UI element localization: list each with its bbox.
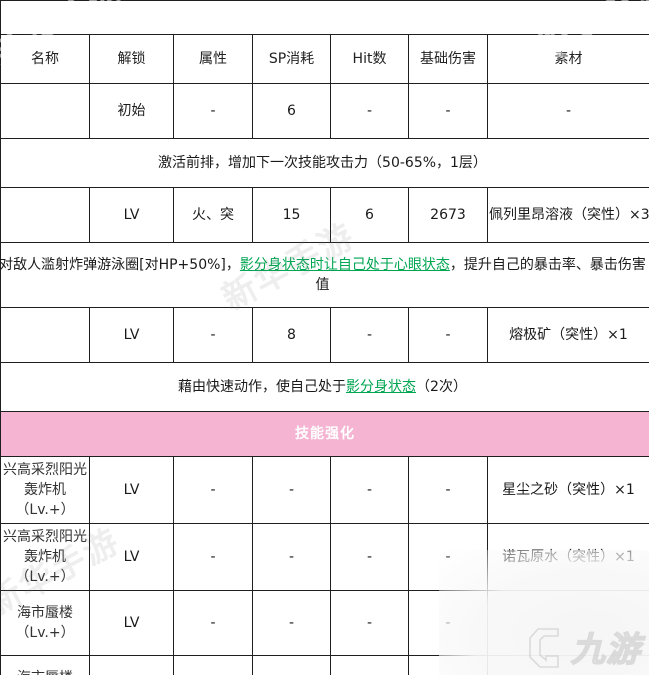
skill-description: 对敌人滥射炸弹游泳圈[对HP+50%]，影分身状态时让自己处于心眼状态，提升自己… — [0, 242, 649, 308]
skill-material: 熔极矿（突性）×1 — [487, 307, 649, 363]
description-row: 激活前排，增加下一次技能攻击力（50-65%，1层） — [0, 138, 649, 188]
skill-name-line1: 兴高采烈阳光 — [3, 461, 87, 478]
skill-unlock: LV — [89, 187, 174, 243]
section-header-row-enhance: 技能强化 — [0, 411, 649, 457]
skill-material: 诺瓦原水（突性）×1 — [487, 523, 649, 591]
skill-name: 兴高采烈阳光 轰炸机 （Lv.+） — [0, 523, 90, 591]
skill-name-line2: 轰炸机 — [24, 481, 66, 498]
skill-base-damage: - — [408, 523, 488, 591]
column-header-sp: SP消耗 — [252, 34, 331, 84]
column-header-base-damage: 基础伤害 — [408, 34, 488, 84]
column-header-unlock: 解锁 — [89, 34, 174, 84]
skill-material — [487, 655, 649, 675]
skill-name-line1: 海市蜃楼 — [17, 604, 73, 621]
skill-table: 技能习得 名称 解锁 属性 SP消耗 Hit数 基础伤害 素材 强化 初始 - … — [0, 0, 649, 675]
skill-name-line3: （Lv.+） — [15, 502, 75, 519]
skill-base-damage: - — [408, 83, 488, 139]
skill-unlock: LV — [89, 655, 174, 675]
skill-sp: - — [252, 655, 331, 675]
table-row: 海市蜃楼 （Lv.+） LV - - - - — [0, 590, 649, 656]
skill-sp: 6 — [252, 83, 331, 139]
skill-attribute: - — [173, 523, 253, 591]
skill-name: 海市蜃楼 （Lv.+） — [0, 655, 90, 675]
skill-sp: - — [252, 523, 331, 591]
skill-material: 星尘之砂（突性）×1 — [487, 456, 649, 524]
skill-unlock: LV — [89, 590, 174, 656]
skill-material: - — [487, 83, 649, 139]
section-header-row-acquire: 技能习得 — [0, 0, 649, 35]
skill-attribute: - — [173, 83, 253, 139]
skill-base-damage: - — [408, 307, 488, 363]
skill-description: 激活前排，增加下一次技能攻击力（50-65%，1层） — [0, 138, 649, 188]
table-row: 海市蜃楼 （Lv.+） LV - - - - — [0, 655, 649, 675]
table-row: 兴高采烈阳光轰炸机 LV 火、突 15 6 2673 佩列里昂溶液（突性）×3 — [0, 187, 649, 243]
skill-unlock: LV — [89, 456, 174, 524]
skill-table-page: 新华手游 新华手游 新华手游 新华手游 技能习得 名称 解锁 属性 SP消耗 H… — [0, 0, 649, 675]
skill-unlock: LV — [89, 523, 174, 591]
skill-hit: - — [330, 83, 409, 139]
skill-name-line2: （Lv.+） — [15, 625, 75, 641]
skill-hit: - — [330, 456, 409, 524]
skill-name: 海市蜃楼 （Lv.+） — [0, 590, 90, 656]
skill-name-line1: 海市蜃楼 — [17, 670, 73, 675]
skill-sp: - — [252, 456, 331, 524]
column-header-attribute: 属性 — [173, 34, 253, 84]
table-row: 强化 初始 - 6 - - - — [0, 83, 649, 139]
skill-unlock: LV — [89, 307, 174, 363]
skill-unlock: 初始 — [89, 83, 174, 139]
description-link[interactable]: 影分身状态时让自己处于心眼状态 — [240, 257, 450, 273]
column-header-row: 名称 解锁 属性 SP消耗 Hit数 基础伤害 素材 — [0, 34, 649, 84]
description-text-suffix: （2次） — [416, 378, 467, 395]
skill-description: 藉由快速动作，使自己处于影分身状态（2次） — [0, 362, 649, 412]
table-row: 兴高采烈阳光 轰炸机 （Lv.+） LV - - - - 诺瓦原水（突性）×1 — [0, 523, 649, 591]
skill-attribute: - — [173, 456, 253, 524]
section-title-enhance: 技能强化 — [0, 411, 649, 457]
description-text: 对敌人滥射炸弹游泳圈[对HP+50%]， — [0, 256, 240, 273]
skill-attribute: 火、突 — [173, 187, 253, 243]
skill-sp: - — [252, 590, 331, 656]
description-row: 对敌人滥射炸弹游泳圈[对HP+50%]，影分身状态时让自己处于心眼状态，提升自己… — [0, 242, 649, 308]
skill-material — [487, 590, 649, 656]
skill-sp: 8 — [252, 307, 331, 363]
skill-name-line2: 轰炸机 — [24, 548, 66, 565]
skill-base-damage: - — [408, 655, 488, 675]
skill-name: 海市蜃楼 — [0, 307, 90, 363]
description-row: 藉由快速动作，使自己处于影分身状态（2次） — [0, 362, 649, 412]
skill-hit: 6 — [330, 187, 409, 243]
skill-name-line3: （Lv.+） — [15, 569, 75, 586]
skill-attribute: - — [173, 307, 253, 363]
skill-base-damage: 2673 — [408, 187, 488, 243]
skill-sp: 15 — [252, 187, 331, 243]
skill-base-damage: - — [408, 456, 488, 524]
column-header-material: 素材 — [487, 34, 649, 84]
skill-hit: - — [330, 523, 409, 591]
column-header-hit: Hit数 — [330, 34, 409, 84]
skill-name-line1: 兴高采烈阳光 — [3, 528, 87, 545]
skill-name: 兴高采烈阳光 轰炸机 （Lv.+） — [0, 456, 90, 524]
skill-attribute: - — [173, 590, 253, 656]
description-text: 藉由快速动作，使自己处于 — [178, 378, 347, 395]
description-text: 激活前排，增加下一次技能攻击力（50-65%，1层） — [158, 154, 487, 171]
skill-base-damage: - — [408, 590, 488, 656]
skill-hit: - — [330, 307, 409, 363]
skill-name: 兴高采烈阳光轰炸机 — [0, 187, 90, 243]
section-title-acquire: 技能习得 — [0, 0, 649, 35]
table-row: 兴高采烈阳光 轰炸机 （Lv.+） LV - - - - 星尘之砂（突性）×1 — [0, 456, 649, 524]
skill-hit: - — [330, 655, 409, 675]
column-header-name: 名称 — [0, 34, 90, 84]
table-row: 海市蜃楼 LV - 8 - - 熔极矿（突性）×1 — [0, 307, 649, 363]
skill-hit: - — [330, 590, 409, 656]
skill-material: 佩列里昂溶液（突性）×3 — [487, 187, 649, 243]
skill-attribute: - — [173, 655, 253, 675]
description-link[interactable]: 影分身状态 — [346, 379, 416, 395]
skill-name: 强化 — [0, 83, 90, 139]
